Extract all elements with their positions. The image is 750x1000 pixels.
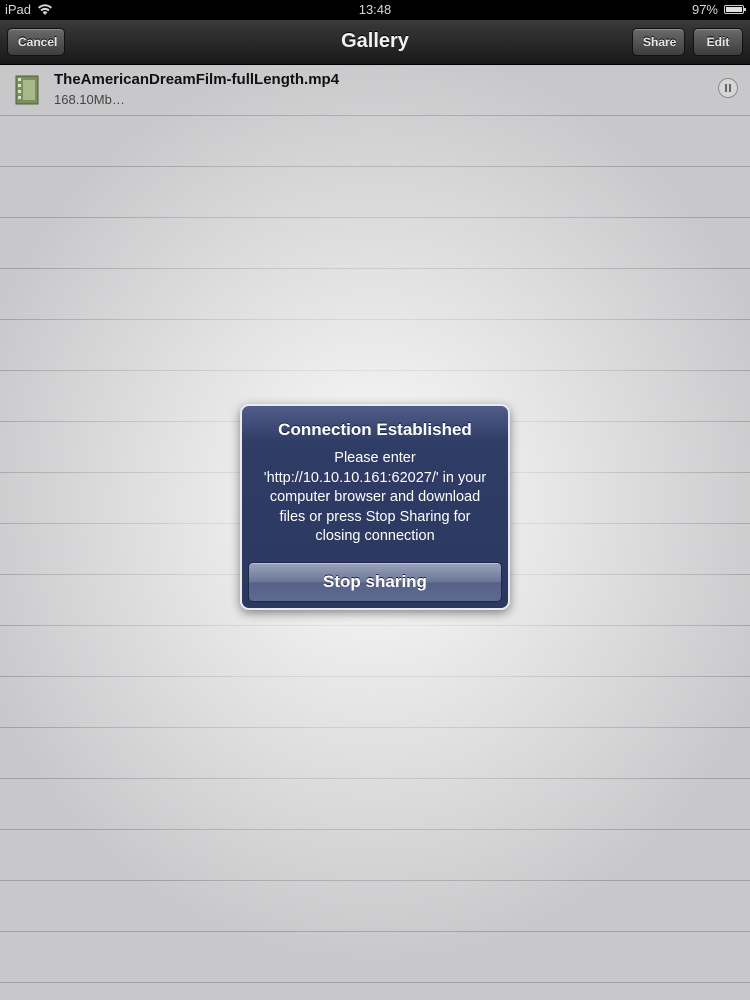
pause-icon[interactable]	[718, 78, 738, 98]
alert-message-line: Please enter	[334, 450, 416, 466]
alert-message: Please enter 'http://10.10.10.161:62027/…	[252, 449, 498, 547]
stop-sharing-button[interactable]: Stop sharing	[248, 562, 502, 602]
battery-percentage: 97%	[691, 2, 718, 17]
video-file-icon	[15, 75, 39, 105]
alert-message-line: 'http://10.10.10.161:62027/' in your	[263, 469, 487, 486]
alert-message-line: files or press Stop Sharing for	[279, 508, 471, 525]
battery-icon	[724, 5, 746, 14]
file-name: TheAmericanDreamFilm-fullLength.mp4	[54, 71, 340, 88]
edit-button[interactable]: Edit	[693, 28, 743, 56]
list-item[interactable]: TheAmericanDreamFilm-fullLength.mp4 168.…	[0, 65, 750, 115]
alert-title: Connection Established	[278, 420, 472, 439]
clock: 13:48	[358, 2, 392, 17]
status-bar: iPad 13:48 97%	[0, 0, 750, 20]
share-button[interactable]: Share	[632, 28, 685, 56]
connection-alert: Connection Established Please enter 'htt…	[240, 404, 510, 610]
navigation-bar: Cancel Gallery Share Edit	[0, 20, 750, 65]
alert-message-line: computer browser and download	[269, 489, 481, 506]
file-size: 168.10Mb…	[54, 92, 125, 107]
alert-message-line: closing connection	[315, 528, 435, 545]
